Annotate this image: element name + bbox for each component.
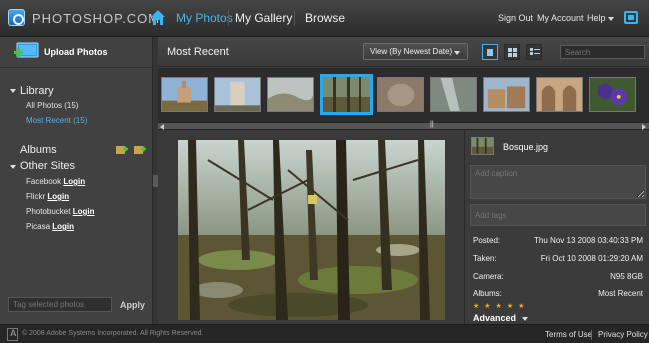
chevron-down-icon[interactable]	[608, 17, 614, 21]
photobucket-login-link[interactable]: Login	[73, 207, 95, 216]
footer-divider	[591, 330, 592, 340]
thumb-purple-pansy-photo[interactable]	[589, 77, 636, 112]
new-album-icon[interactable]	[116, 145, 129, 155]
thumb-blurry-indoor-photo[interactable]	[377, 77, 424, 112]
chevron-down-icon	[454, 51, 460, 55]
upload-photos-button[interactable]: Upload Photos	[0, 37, 153, 68]
advanced-toggle[interactable]: Advanced	[473, 313, 516, 323]
help-menu[interactable]: Help	[587, 13, 606, 23]
adobe-logo-icon[interactable]	[7, 328, 18, 341]
fullscreen-icon[interactable]	[624, 11, 638, 24]
footer: © 2008 Adobe Systems Incorporated. All R…	[0, 324, 649, 343]
site-flickr: Flickr Login	[26, 192, 69, 201]
nav-browse[interactable]: Browse	[305, 11, 345, 25]
site-name: Photobucket	[26, 207, 73, 216]
meta-albums: Albums: Most Recent	[473, 289, 643, 298]
thumb-church-photo[interactable]	[161, 77, 208, 112]
thumb-village-photo[interactable]	[483, 77, 530, 112]
scrollbar-thumb[interactable]	[430, 121, 438, 128]
thumb-rocky-landscape-photo[interactable]	[267, 77, 314, 112]
add-caption-field[interactable]	[470, 165, 646, 199]
nav-divider	[294, 10, 295, 26]
sort-view-dropdown[interactable]: View (By Newest Date)	[363, 43, 468, 60]
sidebar-item-most-recent[interactable]: Most Recent (15)	[26, 116, 87, 125]
facebook-login-link[interactable]: Login	[63, 177, 85, 186]
upload-icon	[14, 42, 39, 58]
search-input[interactable]	[560, 45, 645, 59]
list-view-button[interactable]	[526, 44, 542, 60]
photo-filename: Bosque.jpg	[503, 142, 549, 152]
collapse-other-sites-icon[interactable]	[10, 165, 16, 169]
albums-heading: Albums	[20, 144, 57, 156]
meta-camera: Camera: N95 8GB	[473, 272, 643, 281]
meta-value: Most Recent	[598, 289, 643, 298]
privacy-policy-link[interactable]: Privacy Policy	[598, 330, 648, 339]
sidebar-item-all-photos[interactable]: All Photos (15)	[26, 101, 78, 110]
thumb-forest-photo-selected[interactable]	[320, 74, 373, 115]
sort-view-value: View (By Newest Date)	[370, 47, 453, 56]
main-panel: Most Recent View (By Newest Date) Search…	[158, 37, 649, 324]
upload-photos-label: Upload Photos	[44, 47, 108, 57]
top-bar: PHOTOSHOP.COM My Photos My Gallery Brows…	[0, 0, 649, 37]
site-name: Facebook	[26, 177, 64, 186]
grid-view-button[interactable]	[504, 44, 520, 60]
library-heading[interactable]: Library	[20, 85, 54, 97]
meta-posted: Posted: Thu Nov 13 2008 03:40:33 PM	[473, 236, 643, 245]
site-name: Flickr	[26, 192, 48, 201]
forest-photo-preview[interactable]	[178, 140, 445, 320]
flickr-login-link[interactable]: Login	[47, 192, 69, 201]
home-icon[interactable]	[150, 9, 166, 26]
copyright-text: © 2008 Adobe Systems Incorporated. All R…	[22, 330, 204, 337]
sign-out-link[interactable]: Sign Out	[498, 13, 533, 23]
chevron-down-icon[interactable]	[522, 317, 528, 321]
thumb-tower-building-photo[interactable]	[214, 77, 261, 112]
thumb-gothic-arches-photo[interactable]	[536, 77, 583, 112]
site-picasa: Picasa Login	[26, 222, 74, 231]
other-sites-heading[interactable]: Other Sites	[20, 160, 75, 172]
filmstrip	[158, 68, 649, 122]
tag-selected-photos-input[interactable]	[8, 297, 112, 312]
terms-of-use-link[interactable]: Terms of Use	[545, 330, 592, 339]
site-name: Picasa	[26, 222, 53, 231]
meta-value: Thu Nov 13 2008 03:40:33 PM	[534, 236, 643, 245]
site-photobucket: Photobucket Login	[26, 207, 94, 216]
photo-preview-area	[158, 130, 464, 324]
meta-value: Fri Oct 10 2008 01:29:20 AM	[540, 254, 643, 263]
meta-label: Albums:	[473, 289, 502, 298]
my-account-link[interactable]: My Account	[537, 13, 584, 23]
add-to-album-icon[interactable]	[134, 145, 147, 155]
filmstrip-scrollbar[interactable]	[158, 121, 649, 130]
selected-photo-thumbnail	[471, 137, 494, 155]
collapse-library-icon[interactable]	[10, 89, 16, 93]
photo-info-panel: Bosque.jpg Posted: Thu Nov 13 2008 03:40…	[464, 130, 649, 324]
nav-my-gallery[interactable]: My Gallery	[235, 11, 292, 25]
nav-divider	[228, 10, 229, 26]
meta-label: Posted:	[473, 236, 501, 245]
main-header: Most Recent View (By Newest Date)	[158, 37, 649, 67]
photoshop-logo-icon[interactable]	[8, 9, 25, 26]
add-tags-field[interactable]	[470, 204, 646, 226]
meta-label: Taken:	[473, 254, 497, 263]
meta-taken: Taken: Fri Oct 10 2008 01:29:20 AM	[473, 254, 643, 263]
site-logo-text[interactable]: PHOTOSHOP.COM	[32, 11, 160, 26]
apply-tags-button[interactable]: Apply	[120, 300, 145, 310]
nav-my-photos[interactable]: My Photos	[176, 11, 233, 25]
single-view-button[interactable]	[482, 44, 498, 60]
site-facebook: Facebook Login	[26, 177, 85, 186]
picasa-login-link[interactable]: Login	[52, 222, 74, 231]
meta-value: N95 8GB	[610, 272, 643, 281]
page-title: Most Recent	[167, 46, 229, 58]
star-rating[interactable]: ★★★★★	[473, 302, 529, 310]
meta-label: Camera:	[473, 272, 504, 281]
sidebar: Upload Photos Library All Photos (15) Mo…	[0, 37, 153, 324]
thumb-stream-photo[interactable]	[430, 77, 477, 112]
